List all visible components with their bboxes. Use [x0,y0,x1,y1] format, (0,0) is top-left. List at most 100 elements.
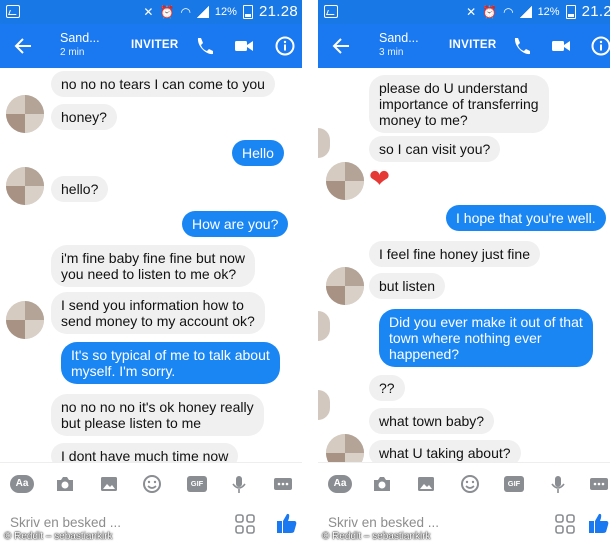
message-bubble-incoming: no no no no it's ok honey really but ple… [51,394,264,436]
active-status: 2 min [60,47,85,58]
message-bubble-incoming: so I can visit you? [369,136,501,162]
status-bar: ✕ ⏰ ◠ 12% 21.2 [318,0,610,24]
contact-avatar-partial [318,390,330,420]
message-bubble-outgoing: Did you ever make it out of that town wh… [379,309,593,367]
message-bubble-incoming: but listen [369,273,446,299]
message-bubble-incoming: I send you information how to send money… [51,292,265,334]
camera-icon[interactable] [371,474,393,494]
message-bubble-incoming: what U taking about? [369,440,521,462]
gif-button[interactable]: GIF [187,476,207,492]
mute-icon: ✕ [143,4,154,19]
message-input[interactable]: Skriv en besked ... [10,515,121,530]
phone-call-icon[interactable] [510,35,532,57]
info-icon[interactable] [590,35,610,57]
message-line: importance of transferring [379,96,539,112]
alarm-icon: ⏰ [159,4,175,19]
message-line: no no no no it's ok honey really [61,399,254,415]
message-bubble-outgoing: I hope that you're well. [446,205,606,231]
image-icon[interactable] [98,474,120,494]
contact-name: Sand... [379,31,419,45]
gallery-notification-icon [6,5,20,18]
message-composer[interactable]: Skriv en besked ... © Reddit – sebastian… [0,504,302,544]
message-bubble-incoming: ?? [369,375,405,401]
composer-toolbar: Aa GIF [0,462,302,504]
message-input[interactable]: Skriv en besked ... [328,515,439,530]
message-bubble-outgoing: It's so typical of me to talk about myse… [61,342,280,384]
signal-icon [519,5,532,18]
contact-avatar-partial [318,311,330,341]
composer-toolbar: Aa GIF [318,462,610,504]
text-format-button[interactable]: Aa [328,475,352,493]
contact-avatar [6,301,44,339]
screenshot-divider [302,0,318,544]
emoji-icon[interactable] [459,474,481,494]
contact-info[interactable]: Sand... 3 min [379,31,419,60]
microphone-icon[interactable] [547,474,569,494]
active-status: 3 min [379,47,404,58]
heart-emoji: ❤ [369,165,390,193]
message-bubble-incoming: no no no tears I can come to you [51,71,275,97]
message-list[interactable]: no no no tears I can come to you honey? … [0,68,302,462]
phone-call-icon[interactable] [193,35,215,57]
info-icon[interactable] [274,35,296,57]
message-line: send money to my account ok? [61,313,255,329]
wifi-icon: ◠ [180,4,191,19]
left-screenshot: ✕ ⏰ ◠ 12% 21.28 Sand... 2 min INVITER no… [0,0,302,544]
image-credit: © Reddit – sebastiankirk [322,531,431,542]
back-arrow-icon[interactable] [332,37,350,55]
conversation-header: Sand... 3 min INVITER [318,24,610,68]
thumbs-up-icon[interactable] [276,511,298,535]
message-line: but please listen to me [61,415,202,431]
video-call-icon[interactable] [233,35,255,57]
alarm-icon: ⏰ [482,4,498,19]
contact-name: Sand... [60,31,100,45]
mute-icon: ✕ [466,4,477,19]
battery-percent: 12% [214,5,237,18]
message-bubble-incoming: please do U understand importance of tra… [369,75,549,133]
sticker-icon[interactable] [554,513,576,535]
back-arrow-icon[interactable] [14,37,32,55]
wifi-icon: ◠ [503,4,514,19]
invite-button[interactable]: INVITER [131,39,178,51]
sticker-icon[interactable] [234,513,256,535]
contact-avatar-partial [318,128,330,158]
message-line: town where nothing ever [389,330,542,346]
video-call-icon[interactable] [550,35,572,57]
contact-avatar [326,162,364,200]
battery-icon [565,4,576,19]
contact-info[interactable]: Sand... 2 min [60,31,100,60]
emoji-icon[interactable] [141,474,163,494]
text-format-button[interactable]: Aa [10,475,34,493]
message-bubble-incoming: hello? [51,176,109,202]
message-bubble-outgoing: Hello [232,140,284,166]
image-credit: © Reddit – sebastiankirk [4,531,113,542]
message-bubble-outgoing: How are you? [182,211,289,237]
contact-avatar [6,95,44,133]
camera-icon[interactable] [54,474,76,494]
image-icon[interactable] [415,474,437,494]
message-line: myself. I'm sorry. [71,363,176,379]
status-bar: ✕ ⏰ ◠ 12% 21.28 [0,0,302,24]
battery-percent: 12% [537,5,560,18]
message-line: please do U understand [379,80,528,96]
message-bubble-incoming: I feel fine honey just fine [369,241,540,267]
message-bubble-incoming: what town baby? [369,408,495,434]
thumbs-up-icon[interactable] [588,511,610,535]
message-composer[interactable]: Skriv en besked ... © Reddit – sebastian… [318,504,610,544]
message-line: It's so typical of me to talk about [71,347,270,363]
contact-avatar [6,167,44,205]
gif-button[interactable]: GIF [504,476,524,492]
gallery-notification-icon [324,5,338,18]
message-list[interactable]: please do U understand importance of tra… [318,68,610,462]
invite-button[interactable]: INVITER [449,39,496,51]
microphone-icon[interactable] [228,474,250,494]
message-bubble-incoming: honey? [51,104,117,130]
message-line: I send you information how to [61,297,244,313]
signal-icon [196,5,209,18]
right-screenshot: ✕ ⏰ ◠ 12% 21.2 Sand... 3 min INVITER ple… [318,0,610,544]
more-icon[interactable] [588,474,610,494]
message-bubble-incoming: i'm fine baby fine fine but now you need… [51,245,256,287]
message-line: happened? [389,346,460,362]
more-icon[interactable] [272,474,294,494]
message-bubble-incoming: I dont have much time now [51,443,239,462]
